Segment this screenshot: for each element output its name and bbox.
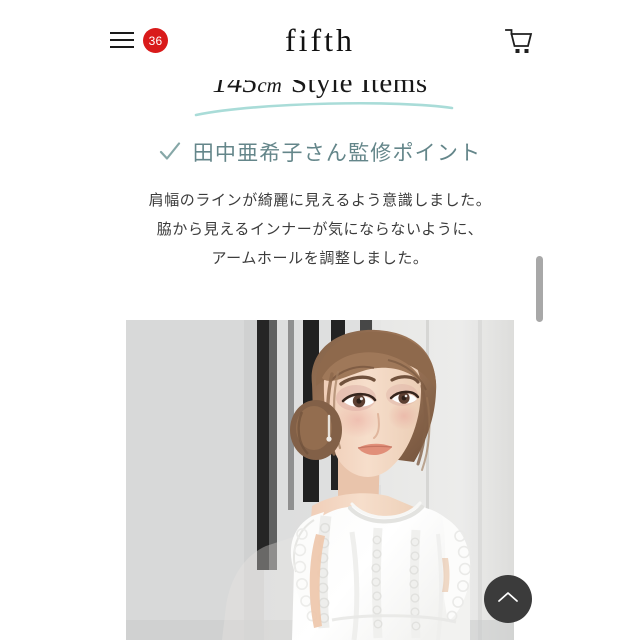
chevron-up-icon <box>497 590 519 609</box>
supervision-point-heading-text: 田中亜希子さん監修ポイント <box>192 142 482 165</box>
product-model-photo[interactable] <box>126 320 514 640</box>
page-title-text: 145cm Style Items <box>212 66 427 99</box>
product-model-photo-image <box>126 320 514 640</box>
shopping-cart-icon[interactable] <box>504 28 534 54</box>
page-scrollbar-thumb[interactable] <box>536 256 543 322</box>
scroll-to-top-button[interactable] <box>484 575 532 623</box>
page-root: 36 fifth 145cmStyle Items 田中亜希子さん監修ポイント <box>0 0 640 640</box>
check-mark-icon <box>159 141 181 171</box>
